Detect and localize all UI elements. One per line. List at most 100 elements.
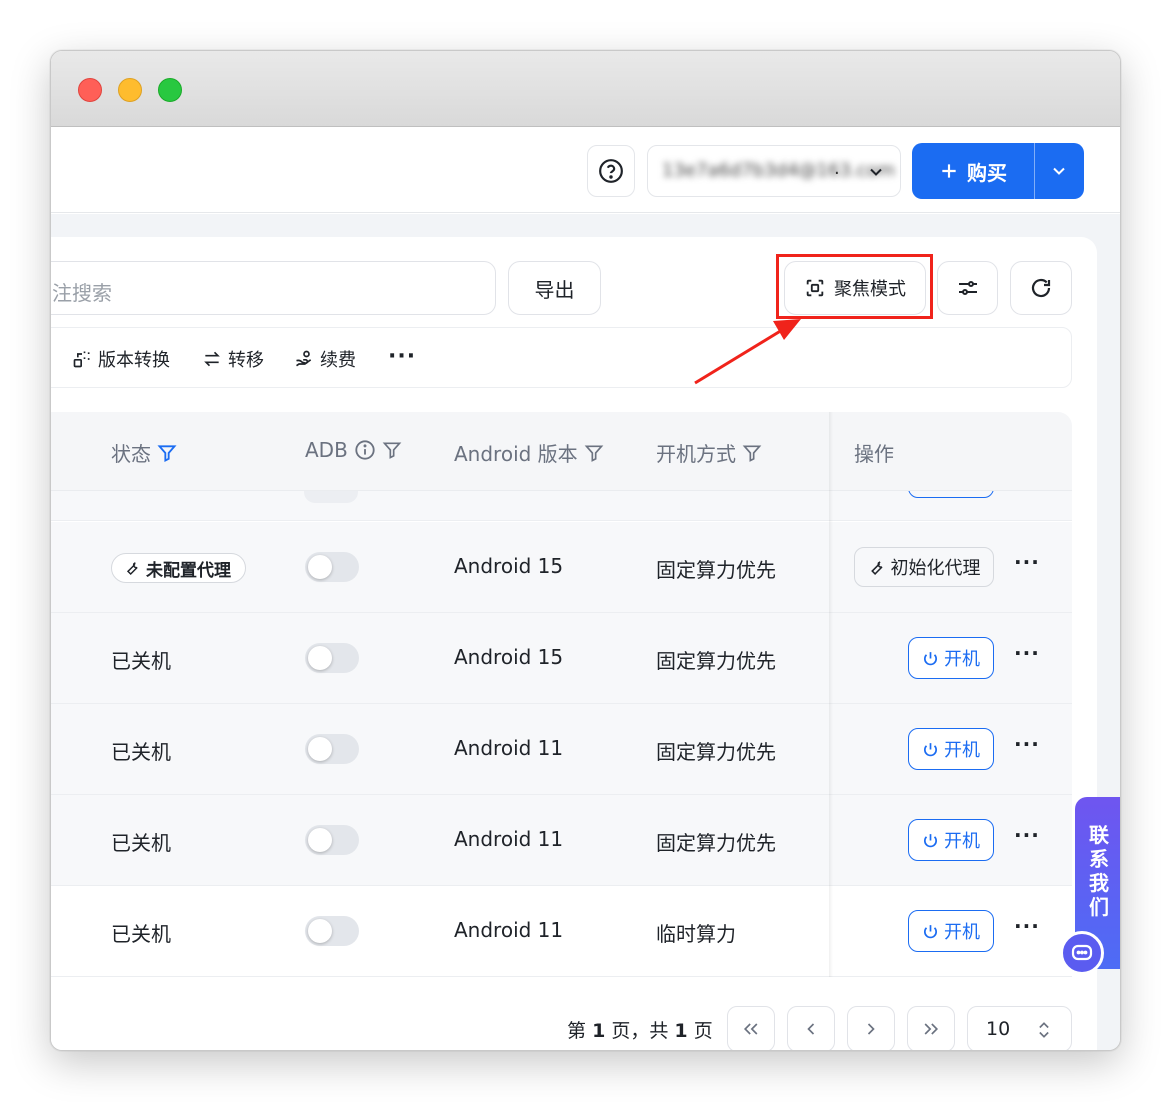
column-header-adb: ADB	[305, 438, 402, 462]
adb-toggle[interactable]	[305, 552, 359, 582]
init-proxy-button[interactable]: 初始化代理	[854, 547, 994, 587]
search-input[interactable]: 注搜索	[51, 261, 496, 315]
last-page-button[interactable]	[907, 1006, 955, 1050]
table-row: 已关机 Android 11 固定算力优先 开机 ···	[51, 795, 1072, 886]
page-size-select[interactable]: 10	[967, 1006, 1072, 1050]
status-text: 已关机	[111, 740, 171, 764]
power-on-label: 开机	[944, 831, 980, 852]
app-window: 13e7a6d7b3d4@163.com . 购买 注搜索 导出 聚焦模式 版本…	[50, 50, 1121, 1051]
chat-icon	[1071, 944, 1093, 961]
android-version-cell: Android 15	[454, 645, 564, 669]
current-page: 1	[592, 1020, 606, 1042]
instance-table: 状态 ADB Android 版本 开机方式 操作 未配置代理 Android …	[51, 412, 1072, 977]
renew-icon	[296, 350, 312, 367]
boot-mode-cell: 固定算力优先	[656, 831, 776, 855]
window-titlebar	[51, 51, 1120, 127]
adb-toggle-partial[interactable]	[304, 491, 358, 503]
power-on-label: 开机	[944, 649, 980, 670]
status-text: 已关机	[111, 831, 171, 855]
filter-icon[interactable]	[584, 443, 604, 463]
row-more-button[interactable]: ···	[1014, 823, 1040, 847]
total-pages: 1	[674, 1020, 688, 1042]
boot-mode-cell: 临时算力	[656, 922, 736, 946]
adb-toggle[interactable]	[305, 734, 359, 764]
row-more-button[interactable]: ···	[1014, 732, 1040, 756]
sort-arrows-icon	[1039, 1022, 1049, 1038]
row-more-button[interactable]: ···	[1014, 641, 1040, 665]
renew-label: 续费	[320, 350, 356, 371]
power-on-button[interactable]: 开机	[908, 728, 994, 770]
toggle-knob	[308, 828, 332, 852]
column-header-android-version: Android 版本	[454, 438, 604, 467]
transfer-icon	[204, 351, 220, 367]
more-actions-button[interactable]: ···	[388, 344, 416, 369]
filter-active-icon[interactable]	[157, 443, 177, 463]
focus-mode-button[interactable]: 聚焦模式	[784, 261, 926, 315]
refresh-button[interactable]	[1010, 261, 1072, 315]
table-row: 未配置代理 Android 15 固定算力优先 初始化代理 ···	[51, 522, 1072, 613]
transfer-button[interactable]: 转移	[202, 346, 264, 372]
power-on-button[interactable]: 开机	[908, 637, 994, 679]
chevron-down-icon	[1053, 167, 1065, 175]
column-label-boot-mode: 开机方式	[656, 442, 736, 466]
power-icon	[924, 924, 937, 938]
power-on-button[interactable]: 开机	[908, 819, 994, 861]
help-button[interactable]	[587, 145, 635, 197]
boot-mode-cell: 固定算力优先	[656, 740, 776, 764]
power-icon	[924, 651, 937, 665]
android-version-cell: Android 11	[454, 736, 564, 760]
instance-list-card: 注搜索 导出 聚焦模式 版本转换 转移 续费 ··· 状态 ADB Androi…	[51, 237, 1097, 1050]
version-convert-icon	[73, 351, 90, 368]
chevron-down-icon	[870, 168, 882, 176]
table-row-partial	[51, 491, 1072, 521]
close-window-button[interactable]	[78, 78, 102, 102]
power-on-button-partial[interactable]	[908, 491, 994, 498]
power-icon	[924, 833, 937, 847]
info-icon[interactable]	[354, 439, 376, 461]
column-label-status: 状态	[111, 442, 151, 466]
buy-button-group: 购买	[912, 143, 1084, 199]
refresh-icon	[1031, 278, 1051, 298]
status-badge-proxy[interactable]: 未配置代理	[111, 553, 246, 583]
adb-toggle[interactable]	[305, 825, 359, 855]
first-page-button[interactable]	[727, 1006, 775, 1050]
wrench-icon	[126, 562, 138, 576]
version-convert-button[interactable]: 版本转换	[72, 346, 170, 372]
buy-dropdown-button[interactable]	[1034, 143, 1084, 199]
export-button[interactable]: 导出	[508, 261, 601, 315]
init-proxy-label: 初始化代理	[890, 558, 981, 579]
adb-toggle[interactable]	[305, 916, 359, 946]
table-row: 已关机 Android 11 固定算力优先 开机 ···	[51, 704, 1072, 795]
power-on-label: 开机	[944, 740, 980, 761]
next-page-button[interactable]	[847, 1006, 895, 1050]
row-more-button[interactable]: ···	[1014, 914, 1040, 938]
chat-button[interactable]	[1060, 931, 1104, 975]
account-select[interactable]: 13e7a6d7b3d4@163.com .	[647, 145, 901, 197]
help-icon	[599, 159, 623, 183]
prev-page-button[interactable]	[787, 1006, 835, 1050]
row-more-button[interactable]: ···	[1014, 550, 1040, 574]
filter-icon[interactable]	[742, 443, 762, 463]
buy-button[interactable]: 购买	[912, 143, 1034, 199]
toggle-knob	[308, 919, 332, 943]
page-info-mid: 页，共	[611, 1020, 669, 1042]
wrench-icon	[870, 560, 883, 575]
version-convert-label: 版本转换	[98, 350, 170, 371]
batch-action-bar: 版本转换 转移 续费 ···	[51, 327, 1072, 388]
plus-icon	[942, 164, 956, 178]
filter-icon[interactable]	[382, 440, 402, 460]
power-on-button[interactable]: 开机	[908, 910, 994, 952]
maximize-window-button[interactable]	[158, 78, 182, 102]
android-version-cell: Android 11	[454, 827, 564, 851]
adb-toggle[interactable]	[305, 643, 359, 673]
page-info: 第 1 页，共 1 页	[567, 1016, 713, 1043]
chevrons-left-icon	[743, 1023, 758, 1035]
power-on-label: 开机	[944, 922, 980, 943]
table-header: 状态 ADB Android 版本 开机方式 操作	[51, 412, 1072, 491]
column-settings-button[interactable]	[937, 261, 998, 315]
chevrons-right-icon	[924, 1023, 939, 1035]
minimize-window-button[interactable]	[118, 78, 142, 102]
column-label-adb: ADB	[305, 438, 348, 462]
renew-button[interactable]: 续费	[294, 346, 356, 372]
focus-icon	[806, 279, 824, 297]
